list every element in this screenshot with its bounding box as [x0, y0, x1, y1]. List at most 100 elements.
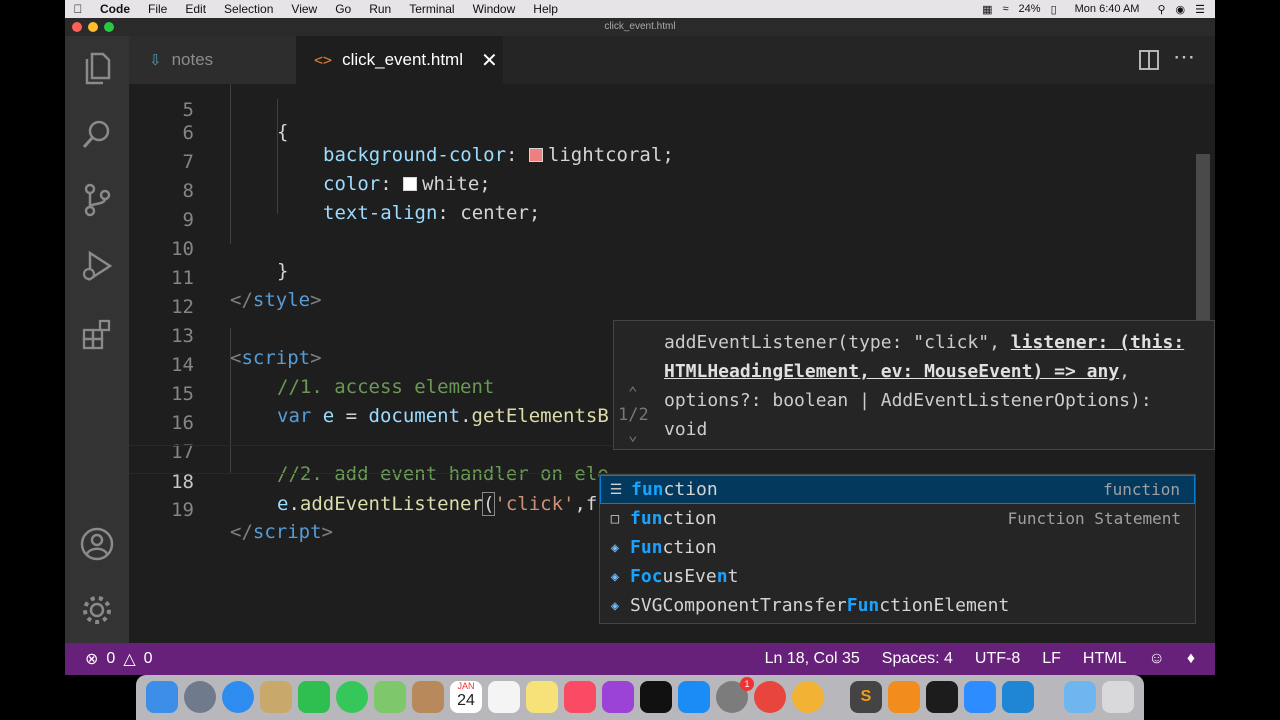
safari-icon[interactable] — [222, 681, 254, 713]
signature-counter: 1/2 — [618, 405, 649, 425]
close-window-button[interactable] — [72, 22, 82, 32]
accounts-icon[interactable] — [79, 526, 115, 562]
menu-go[interactable]: Go — [326, 0, 360, 18]
match-highlight: Fun — [846, 595, 880, 616]
clock[interactable]: Mon 6:40 AM — [1075, 3, 1140, 15]
suggestion-item[interactable]: ◈ SVGComponentTransferFunctionElement — [600, 591, 1195, 620]
label-rest: sEve — [673, 566, 717, 587]
photos-icon[interactable] — [792, 681, 824, 713]
apple-tv-icon[interactable] — [640, 681, 672, 713]
mail-icon[interactable] — [260, 681, 292, 713]
wifi-icon[interactable]: ≈ — [1002, 3, 1008, 15]
trash-icon[interactable] — [1102, 681, 1134, 713]
battery-percent[interactable]: 24% — [1019, 3, 1041, 15]
finder-icon[interactable] — [146, 681, 178, 713]
control-center-icon[interactable]: ☰ — [1195, 3, 1205, 16]
battery-icon[interactable]: ▯ — [1051, 3, 1057, 16]
maps-icon[interactable] — [374, 681, 406, 713]
code-line: 12 — [129, 271, 1195, 318]
facetime-icon[interactable] — [298, 681, 330, 713]
macos-dock: JAN 24 1 S — [136, 675, 1144, 720]
notes-icon[interactable] — [526, 681, 558, 713]
podcasts-icon[interactable] — [602, 681, 634, 713]
html-file-icon: <> — [314, 51, 333, 69]
split-editor-icon[interactable] — [1139, 50, 1159, 75]
siri-icon[interactable]: ◉ — [1176, 3, 1186, 16]
keyword-icon: □ — [610, 510, 620, 527]
snippet-icon: ☰ — [609, 481, 623, 498]
more-actions-icon[interactable]: ⋯ — [1173, 44, 1195, 70]
chrome-icon[interactable] — [754, 681, 786, 713]
run-and-debug-icon[interactable] — [79, 248, 115, 284]
suggestion-item[interactable]: ◈ FocusEvent — [600, 562, 1195, 591]
match-highlight: Fo — [630, 566, 652, 587]
close-tab-icon[interactable]: ✕ — [481, 48, 498, 73]
extensions-icon[interactable] — [79, 316, 115, 352]
suggestion-item[interactable]: ◈ Function — [600, 533, 1195, 562]
label-rest: ctionElement — [879, 595, 1010, 616]
markdown-file-icon: ⇩ — [149, 52, 162, 69]
chevron-down-icon[interactable]: ⌄ — [628, 425, 638, 444]
suggestion-item[interactable]: □ function Function Statement — [600, 504, 1195, 533]
menu-window[interactable]: Window — [464, 0, 525, 18]
tab-click-event-html[interactable]: <> click_event.html ✕ — [296, 36, 503, 84]
menu-selection[interactable]: Selection — [215, 0, 282, 18]
calendar-icon[interactable]: JAN 24 — [450, 681, 482, 713]
settings-gear-icon[interactable] — [79, 592, 115, 628]
launchpad-icon[interactable] — [184, 681, 216, 713]
music-icon[interactable] — [564, 681, 596, 713]
suggestion-item[interactable]: ☰ function function — [600, 475, 1195, 504]
chevron-up-icon[interactable]: ⌃ — [628, 383, 638, 402]
menu-file[interactable]: File — [139, 0, 176, 18]
search-icon[interactable] — [79, 116, 115, 152]
label-rest: ction — [662, 508, 717, 529]
language-mode[interactable]: HTML — [1083, 650, 1127, 668]
editor-scrollbar[interactable] — [1196, 154, 1210, 324]
zoom-window-button[interactable] — [104, 22, 114, 32]
label-pre: SVGComponentTransfer — [630, 595, 847, 616]
minimize-window-button[interactable] — [88, 22, 98, 32]
vlc-icon[interactable] — [888, 681, 920, 713]
menu-help[interactable]: Help — [524, 0, 567, 18]
notifications-bell-icon[interactable]: ♦ — [1187, 650, 1195, 668]
suggestion-label: function — [630, 508, 1008, 529]
warning-icon: △ — [123, 651, 136, 668]
explorer-icon[interactable] — [79, 50, 115, 86]
suggestion-label: FocusEvent — [630, 566, 1195, 587]
menu-terminal[interactable]: Terminal — [400, 0, 463, 18]
cursor-position[interactable]: Ln 18, Col 35 — [765, 650, 860, 668]
sublime-text-icon[interactable]: S — [850, 681, 882, 713]
feedback-icon[interactable]: ☺ — [1148, 650, 1164, 668]
suggestion-label: SVGComponentTransferFunctionElement — [630, 595, 1195, 616]
menu-run[interactable]: Run — [360, 0, 400, 18]
menu-edit[interactable]: Edit — [176, 0, 215, 18]
terminal-icon[interactable] — [926, 681, 958, 713]
end-of-line[interactable]: LF — [1042, 650, 1061, 668]
code-line: 9 — [129, 184, 1195, 231]
problems-indicator[interactable]: ⊗ 0 △ 0 — [65, 649, 153, 669]
tag-open: </ — [230, 521, 253, 543]
app-store-icon[interactable] — [678, 681, 710, 713]
code-line: 8 text-align: center; — [129, 155, 1195, 224]
signature-text: addEventListener(type: "click", listener… — [664, 328, 1204, 444]
source-control-icon[interactable] — [79, 182, 115, 218]
signature-nav: ⌃ 1/2 ⌄ — [614, 321, 656, 451]
reminders-icon[interactable] — [488, 681, 520, 713]
apple-menu-icon[interactable]:  — [65, 2, 91, 16]
zoom-icon[interactable] — [964, 681, 996, 713]
menu-view[interactable]: View — [282, 0, 326, 18]
spotlight-search-icon[interactable]: ⚲ — [1157, 3, 1165, 16]
encoding[interactable]: UTF-8 — [975, 650, 1020, 668]
tab-notes[interactable]: ⇩ notes — [129, 36, 296, 84]
menu-app-code[interactable]: Code — [91, 0, 139, 18]
label-rest: ction — [663, 479, 718, 500]
downloads-folder-icon[interactable] — [1064, 681, 1096, 713]
screen-mirror-icon[interactable]: ▦ — [982, 3, 992, 16]
contacts-icon[interactable] — [412, 681, 444, 713]
tab-click-event-label: click_event.html — [342, 50, 463, 69]
calendar-day: 24 — [457, 692, 475, 709]
indentation[interactable]: Spaces: 4 — [882, 650, 953, 668]
code-line: 10 } — [129, 213, 1195, 282]
messages-icon[interactable] — [336, 681, 368, 713]
vscode-icon[interactable] — [1002, 681, 1034, 713]
